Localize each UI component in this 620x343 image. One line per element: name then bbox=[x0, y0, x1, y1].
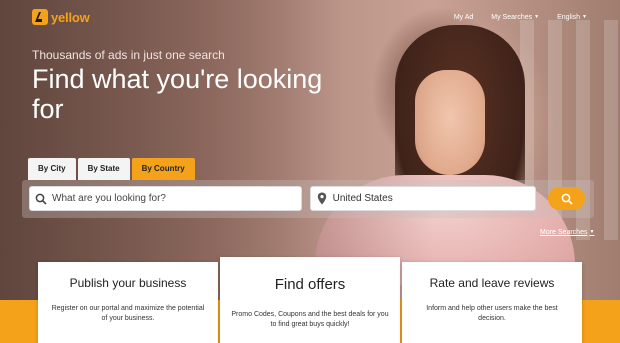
chevron-down-icon: ▼ bbox=[534, 14, 540, 21]
chevron-down-icon: ▼ bbox=[582, 14, 587, 21]
card-title: Publish your business bbox=[69, 276, 187, 290]
location-input[interactable] bbox=[332, 193, 535, 204]
more-searches-link[interactable]: More Searches ▼ bbox=[540, 229, 594, 236]
feature-card-reviews[interactable]: Rate and leave reviews Inform and help o… bbox=[402, 262, 582, 343]
more-searches-label: More Searches bbox=[540, 229, 588, 236]
card-text: Inform and help other users make the bes… bbox=[426, 305, 558, 322]
search-icon bbox=[561, 193, 573, 205]
tab-by-city[interactable]: By City bbox=[28, 158, 76, 180]
search-button[interactable] bbox=[548, 187, 585, 210]
logo-mark-icon bbox=[32, 9, 48, 25]
card-title: Find offers bbox=[274, 276, 346, 293]
search-scope-tabs: By City By State By Country bbox=[28, 158, 195, 180]
nav-language[interactable]: English ▼ bbox=[557, 14, 587, 21]
feature-card-publish[interactable]: Publish your business Register on our po… bbox=[38, 262, 218, 343]
location-field bbox=[310, 186, 536, 211]
nav-my-ad[interactable]: My Ad bbox=[454, 14, 473, 21]
tab-by-country[interactable]: By Country bbox=[131, 158, 195, 180]
card-text: Promo Codes, Coupons and the best deals … bbox=[231, 311, 389, 328]
hero-headline: Find what you're looking for bbox=[32, 64, 323, 124]
feature-card-offers[interactable]: Find offers Promo Codes, Coupons and the… bbox=[220, 257, 400, 343]
logo[interactable]: yellow bbox=[32, 9, 90, 25]
top-navigation: yellow My Ad My Searches ▼ English ▼ bbox=[0, 0, 620, 36]
nav-my-searches-label: My Searches bbox=[491, 14, 533, 21]
tab-by-state[interactable]: By State bbox=[77, 158, 130, 180]
card-text: Register on our portal and maximize the … bbox=[51, 305, 205, 322]
search-icon bbox=[30, 193, 52, 205]
what-search-field bbox=[29, 186, 302, 211]
card-title: Rate and leave reviews bbox=[429, 276, 555, 290]
location-pin-icon bbox=[311, 192, 333, 205]
what-search-input[interactable] bbox=[52, 193, 301, 204]
nav-my-searches[interactable]: My Searches ▼ bbox=[491, 14, 539, 21]
logo-text: yellow bbox=[51, 9, 90, 25]
chevron-down-icon: ▼ bbox=[589, 229, 595, 236]
nav-links: My Ad My Searches ▼ English ▼ bbox=[454, 14, 587, 21]
nav-language-label: English bbox=[557, 14, 581, 21]
hero-tagline: Thousands of ads in just one search bbox=[32, 48, 225, 62]
